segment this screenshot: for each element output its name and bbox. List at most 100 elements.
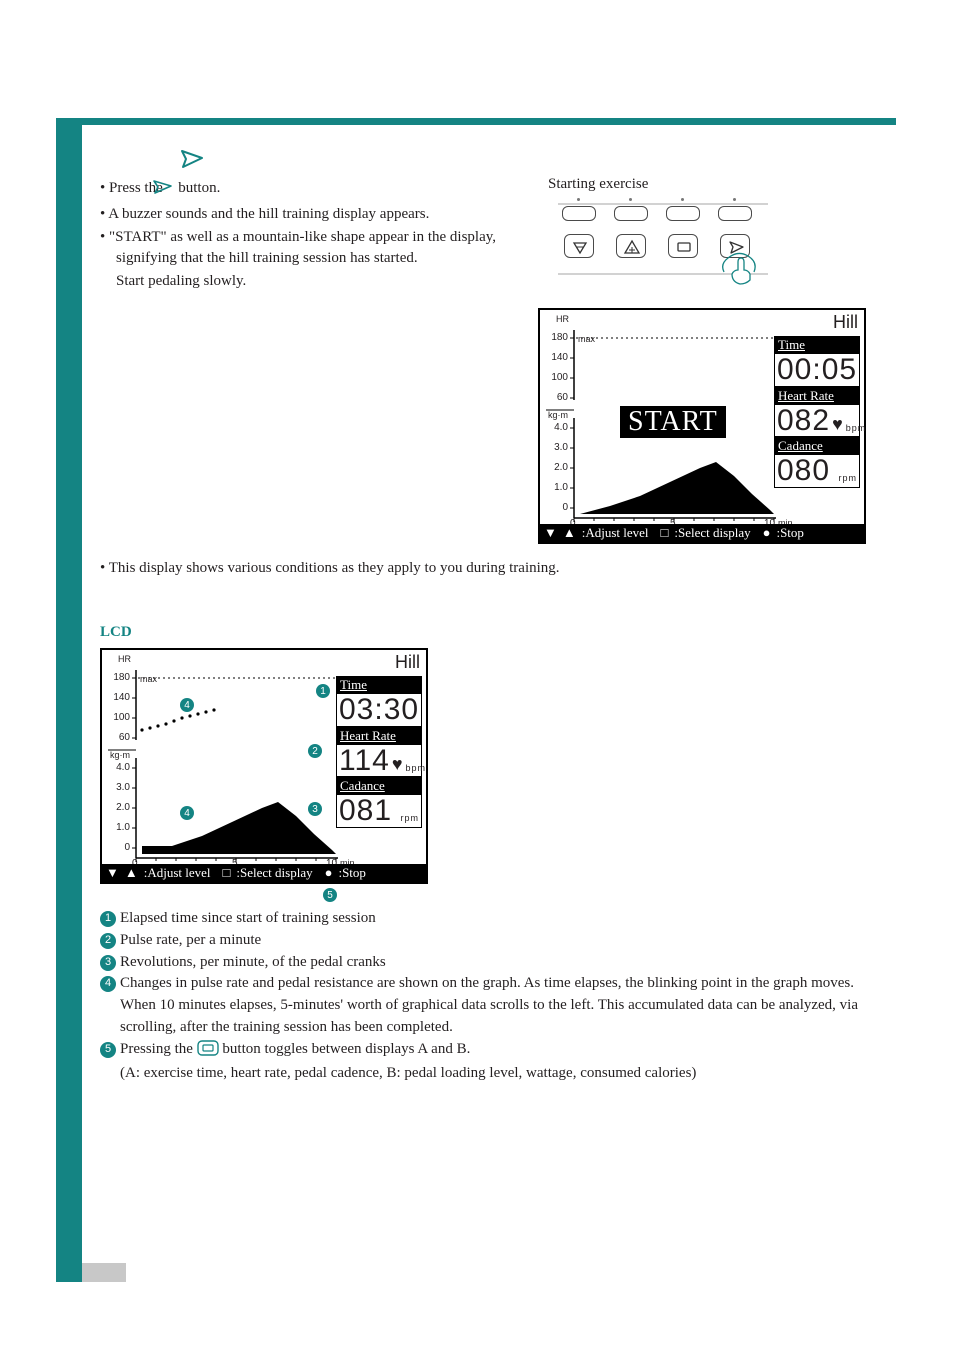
help-text: :Adjust level (582, 525, 649, 541)
down-icon: ▼ (544, 525, 557, 541)
select-button (668, 234, 698, 258)
legend-item: 3Revolutions, per minute, of the pedal c… (100, 952, 860, 974)
tick: 180 (108, 672, 130, 683)
page-tab (82, 1263, 126, 1282)
help-text: :Stop (776, 525, 803, 541)
hr-axis-label: HR (556, 314, 569, 324)
tick: 3.0 (548, 442, 568, 453)
lcd-display-progress: Hill HR 180 max 140 100 60 kg·m 4.0 3.0 … (100, 648, 428, 884)
legend-item: 1Elapsed time since start of training se… (100, 908, 860, 930)
heart-icon: ♥ (392, 755, 404, 774)
tick: 1.0 (548, 482, 568, 493)
legend-item: 5 Pressing the button toggles between di… (100, 1039, 860, 1086)
display-caption: • This display shows various conditions … (100, 558, 600, 579)
touch-indicator-icon (718, 244, 762, 288)
panel-button (718, 206, 752, 221)
tick: 60 (546, 392, 568, 403)
cadence-label: Cadance (774, 437, 860, 455)
help-text: :Stop (338, 865, 365, 881)
tick: 140 (108, 692, 130, 703)
help-text: :Select display (236, 865, 312, 881)
instruction-list: Press the button. A buzzer sounds and th… (100, 178, 540, 294)
marker-5: 5 (323, 888, 337, 902)
time-value: 00:05 (774, 354, 860, 387)
help-bar: ▼▲:Adjust level □:Select display ●:Stop (102, 864, 426, 882)
max-label: max (578, 334, 595, 344)
legend-item: 4Changes in pulse rate and pedal resista… (100, 973, 860, 1038)
control-panel-illustration (558, 196, 768, 286)
cadence-label: Cadance (336, 777, 422, 795)
time-label: Time (336, 676, 422, 694)
side-rule (56, 118, 82, 1282)
legend-text: Changes in pulse rate and pedal resistan… (120, 973, 860, 1038)
cadence-value: 081rpm (336, 795, 422, 828)
down-icon: ▼ (106, 865, 119, 881)
readouts: Time 03:30 Heart Rate 114♥bpm Cadance 08… (336, 676, 422, 828)
circle-icon: ● (325, 865, 333, 881)
tick: 140 (546, 352, 568, 363)
legend-num: 3 (100, 955, 116, 971)
play-icon (178, 148, 208, 175)
legend-num: 2 (100, 933, 116, 949)
header-rule (56, 118, 896, 125)
panel-button (614, 206, 648, 221)
kgm-axis-label: kg·m (548, 410, 568, 420)
heart-rate-label: Heart Rate (774, 387, 860, 405)
panel-button (562, 206, 596, 221)
heart-icon: ♥ (832, 415, 844, 434)
legend-num: 4 (100, 976, 116, 992)
down-button (564, 234, 594, 258)
select-button-icon (197, 1040, 219, 1064)
marker-4: 4 (180, 806, 194, 820)
heart-rate-value: 114♥bpm (336, 745, 422, 778)
tick: 2.0 (110, 802, 130, 813)
tick: 4.0 (110, 762, 130, 773)
tick: 2.0 (548, 462, 568, 473)
tick: 100 (108, 712, 130, 723)
square-icon: □ (223, 865, 231, 881)
readouts: Time 00:05 Heart Rate 082♥bpm Cadance 08… (774, 336, 860, 488)
legend-item: 2Pulse rate, per a minute (100, 930, 860, 952)
starting-exercise-label: Starting exercise (548, 176, 648, 193)
legend-num: 5 (100, 1042, 116, 1058)
time-value: 03:30 (336, 694, 422, 727)
instruction-item: A buzzer sounds and the hill training di… (100, 204, 540, 225)
tick: 100 (546, 372, 568, 383)
up-icon: ▲ (125, 865, 138, 881)
tick: 1.0 (110, 822, 130, 833)
legend: 1Elapsed time since start of training se… (100, 908, 860, 1085)
tick: 180 (546, 332, 568, 343)
circle-icon: ● (763, 525, 771, 541)
legend-num: 1 (100, 911, 116, 927)
marker-4: 4 (180, 698, 194, 712)
start-banner: START (620, 406, 726, 438)
tick: 60 (108, 732, 130, 743)
help-text: :Select display (674, 525, 750, 541)
marker-1: 1 (316, 684, 330, 698)
mode-label: Hill (833, 312, 858, 333)
legend-text: Pressing the button toggles between disp… (120, 1039, 860, 1086)
up-button (616, 234, 646, 258)
heart-rate-label: Heart Rate (336, 727, 422, 745)
instruction-item: Start pedaling slowly. (100, 271, 540, 292)
square-icon: □ (661, 525, 669, 541)
instruction-item: "START" as well as a mountain-like shape… (100, 227, 540, 269)
help-bar: ▼ ▲ :Adjust level □ :Select display ● :Stop (540, 524, 864, 542)
lcd-heading: LCD (100, 624, 132, 641)
marker-2: 2 (308, 744, 322, 758)
tick: 4.0 (548, 422, 568, 433)
panel-button (666, 206, 700, 221)
mode-label: Hill (395, 652, 420, 673)
up-icon: ▲ (563, 525, 576, 541)
time-label: Time (774, 336, 860, 354)
play-icon (167, 179, 175, 202)
lcd-display-start: Hill HR 180 max 140 100 60 kg·m 4.0 3.0 … (538, 308, 866, 544)
tick: 3.0 (110, 782, 130, 793)
text: button. (178, 180, 220, 196)
legend-text: Pulse rate, per a minute (120, 930, 860, 952)
legend-text: Revolutions, per minute, of the pedal cr… (120, 952, 860, 974)
cadence-value: 080rpm (774, 455, 860, 488)
heart-rate-value: 082♥bpm (774, 405, 860, 438)
tick: 0 (558, 502, 568, 513)
instruction-item: Press the button. (100, 178, 540, 202)
